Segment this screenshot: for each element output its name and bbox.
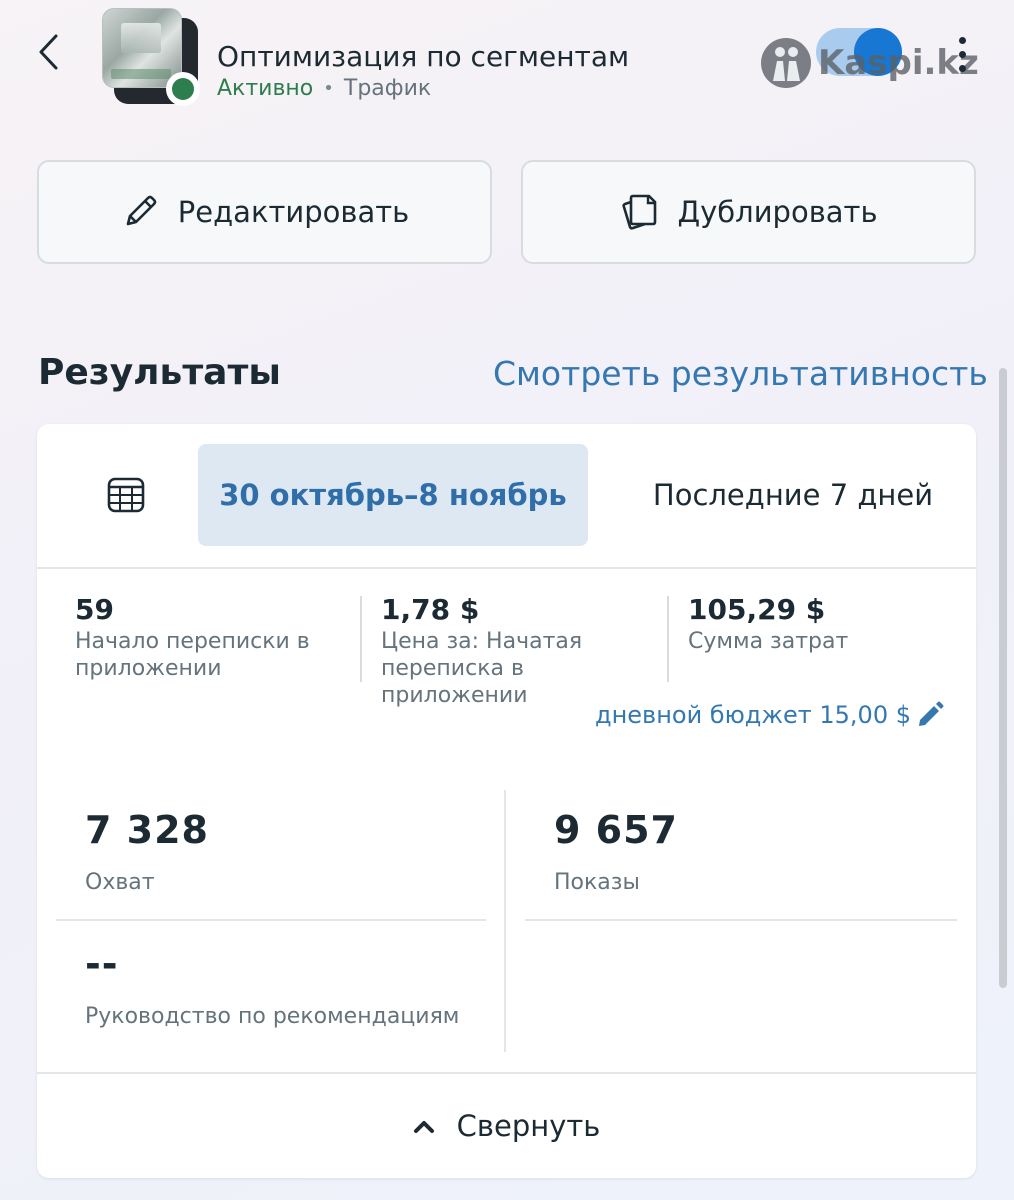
status-text: Активно: [217, 76, 314, 101]
results-title: Результаты: [38, 352, 281, 393]
metric-divider: [525, 919, 957, 921]
duplicate-button-label: Дублировать: [677, 195, 878, 229]
kpi-value: 1,78 $: [381, 593, 480, 626]
view-performance-link[interactable]: Смотреть результативность: [493, 354, 988, 393]
people-logo-icon: [761, 38, 811, 88]
kpi-amount-spent: 105,29 $ Сумма затрат: [688, 592, 976, 655]
campaign-subtitle: Активно • Трафик: [217, 76, 431, 101]
metric-divider: [56, 919, 486, 921]
kpi-separator: [667, 596, 669, 682]
calendar-icon: [107, 477, 145, 513]
metric-label: Руководство по рекомендациям: [85, 1004, 460, 1029]
calendar-button[interactable]: [101, 470, 151, 518]
campaign-toggle[interactable]: [816, 28, 902, 76]
preset-last-7-days[interactable]: Последние 7 дней: [623, 444, 963, 546]
status-active-indicator: [166, 72, 200, 106]
objective-text: Трафик: [343, 76, 432, 101]
kpi-label: Сумма затрат: [688, 629, 849, 654]
metric-value: 7 328: [85, 808, 209, 852]
divider: [37, 567, 976, 569]
chevron-left-icon: [39, 34, 58, 70]
collapse-button[interactable]: Свернуть: [37, 1074, 976, 1178]
toggle-knob: [854, 28, 902, 76]
chevron-up-icon: [413, 1121, 434, 1133]
metric-value: 9 657: [554, 808, 678, 852]
separator-dot: •: [323, 78, 334, 99]
kpi-value: 59: [75, 593, 114, 626]
more-options-button[interactable]: [944, 26, 980, 82]
results-card: 30 октябрь–8 ноябрь Последние 7 дней 59 …: [37, 424, 976, 1178]
kpi-separator: [360, 596, 362, 682]
campaign-title: Оптимизация по сегментам: [217, 40, 630, 73]
more-dot-icon: [958, 64, 966, 72]
kpi-value: 105,29 $: [688, 593, 826, 626]
more-dot-icon: [958, 36, 966, 44]
metric-value: --: [85, 942, 119, 986]
edit-button-label: Редактировать: [177, 195, 410, 229]
edit-pencil-icon: [919, 701, 944, 726]
kpi-label: Цена за: Начатая переписка в приложении: [381, 629, 583, 708]
kpi-cost-per-conversation: 1,78 $ Цена за: Начатая переписка в прил…: [381, 592, 671, 709]
back-button[interactable]: [28, 28, 68, 76]
daily-budget-text: дневной бюджет 15,00 $: [595, 701, 911, 729]
date-range-chip[interactable]: 30 октябрь–8 ноябрь: [198, 444, 588, 546]
copy-icon: [622, 194, 657, 230]
kpi-conversations: 59 Начало переписки в приложении: [75, 592, 365, 682]
metric-label: Охват: [85, 870, 155, 895]
scrollbar[interactable]: [999, 368, 1007, 988]
metric-label: Показы: [554, 870, 640, 895]
kpi-label: Начало переписки в приложении: [75, 629, 310, 681]
daily-budget-link[interactable]: дневной бюджет 15,00 $: [595, 700, 945, 730]
metric-impressions: 9 657 Показы: [554, 808, 678, 895]
more-dot-icon: [958, 50, 966, 58]
edit-button[interactable]: Редактировать: [37, 160, 492, 264]
duplicate-button[interactable]: Дублировать: [521, 160, 976, 264]
metric-reach: 7 328 Охват: [85, 808, 209, 895]
metric-guidance: -- Руководство по рекомендациям: [85, 942, 459, 1029]
collapse-label: Свернуть: [456, 1109, 601, 1143]
pencil-icon: [126, 195, 157, 226]
metric-column-separator: [504, 790, 506, 1052]
